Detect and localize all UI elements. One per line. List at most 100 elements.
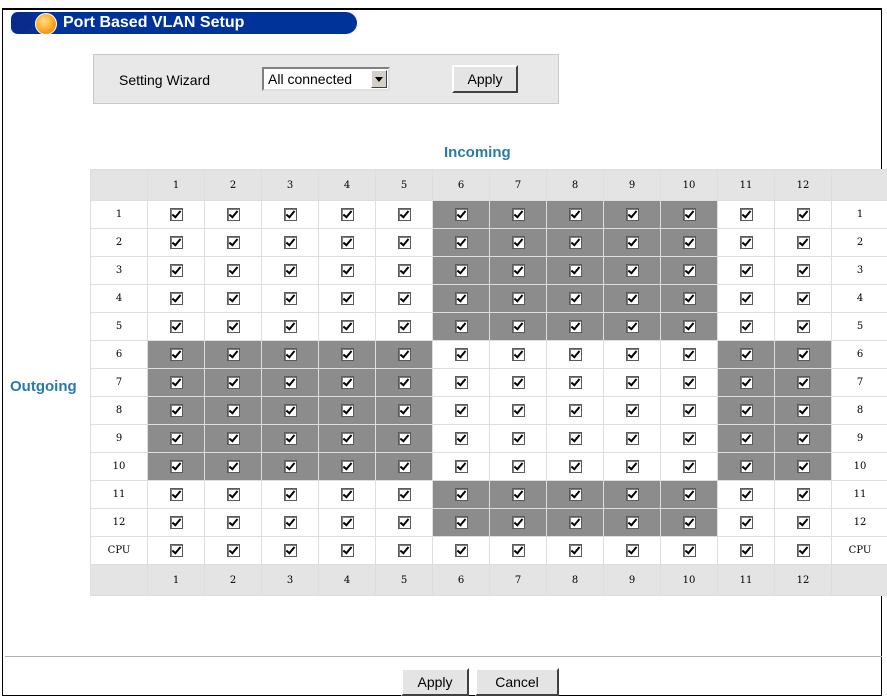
checkbox-out-1-in-4[interactable]: [340, 208, 354, 221]
checkbox-out-11-in-3[interactable]: [283, 488, 297, 501]
wizard-apply-button[interactable]: Apply: [452, 65, 518, 93]
checkbox-out-4-in-2[interactable]: [226, 292, 240, 305]
checkbox-out-5-in-9[interactable]: [625, 320, 639, 333]
chevron-down-icon[interactable]: [371, 70, 387, 88]
checkbox-out-3-in-7[interactable]: [511, 264, 525, 277]
checkbox-out-7-in-2[interactable]: [226, 376, 240, 389]
checkbox-out-11-in-12[interactable]: [796, 488, 810, 501]
checkbox-out-6-in-3[interactable]: [283, 348, 297, 361]
checkbox-out-5-in-2[interactable]: [226, 320, 240, 333]
checkbox-out-9-in-9[interactable]: [625, 432, 639, 445]
checkbox-out-2-in-1[interactable]: [169, 236, 183, 249]
checkbox-out-5-in-12[interactable]: [796, 320, 810, 333]
checkbox-out-10-in-7[interactable]: [511, 460, 525, 473]
checkbox-out-11-in-6[interactable]: [454, 488, 468, 501]
checkbox-out-cpu-in-8[interactable]: [568, 544, 582, 557]
checkbox-out-7-in-10[interactable]: [682, 376, 696, 389]
checkbox-out-5-in-10[interactable]: [682, 320, 696, 333]
checkbox-out-8-in-4[interactable]: [340, 404, 354, 417]
checkbox-out-12-in-6[interactable]: [454, 516, 468, 529]
checkbox-out-7-in-4[interactable]: [340, 376, 354, 389]
checkbox-out-2-in-6[interactable]: [454, 236, 468, 249]
checkbox-out-5-in-6[interactable]: [454, 320, 468, 333]
checkbox-out-6-in-4[interactable]: [340, 348, 354, 361]
checkbox-out-11-in-11[interactable]: [739, 488, 753, 501]
checkbox-out-10-in-2[interactable]: [226, 460, 240, 473]
checkbox-out-2-in-5[interactable]: [397, 236, 411, 249]
checkbox-out-2-in-4[interactable]: [340, 236, 354, 249]
checkbox-out-cpu-in-12[interactable]: [796, 544, 810, 557]
checkbox-out-12-in-12[interactable]: [796, 516, 810, 529]
checkbox-out-8-in-8[interactable]: [568, 404, 582, 417]
checkbox-out-3-in-8[interactable]: [568, 264, 582, 277]
checkbox-out-12-in-9[interactable]: [625, 516, 639, 529]
checkbox-out-6-in-1[interactable]: [169, 348, 183, 361]
checkbox-out-8-in-12[interactable]: [796, 404, 810, 417]
checkbox-out-10-in-6[interactable]: [454, 460, 468, 473]
checkbox-out-11-in-4[interactable]: [340, 488, 354, 501]
checkbox-out-12-in-5[interactable]: [397, 516, 411, 529]
checkbox-out-12-in-10[interactable]: [682, 516, 696, 529]
checkbox-out-2-in-8[interactable]: [568, 236, 582, 249]
checkbox-out-6-in-2[interactable]: [226, 348, 240, 361]
checkbox-out-1-in-7[interactable]: [511, 208, 525, 221]
checkbox-out-11-in-2[interactable]: [226, 488, 240, 501]
checkbox-out-2-in-12[interactable]: [796, 236, 810, 249]
checkbox-out-4-in-8[interactable]: [568, 292, 582, 305]
checkbox-out-10-in-9[interactable]: [625, 460, 639, 473]
checkbox-out-11-in-8[interactable]: [568, 488, 582, 501]
checkbox-out-8-in-6[interactable]: [454, 404, 468, 417]
checkbox-out-5-in-11[interactable]: [739, 320, 753, 333]
checkbox-out-4-in-7[interactable]: [511, 292, 525, 305]
checkbox-out-6-in-5[interactable]: [397, 348, 411, 361]
checkbox-out-4-in-12[interactable]: [796, 292, 810, 305]
checkbox-out-12-in-7[interactable]: [511, 516, 525, 529]
checkbox-out-3-in-12[interactable]: [796, 264, 810, 277]
checkbox-out-7-in-3[interactable]: [283, 376, 297, 389]
checkbox-out-9-in-6[interactable]: [454, 432, 468, 445]
checkbox-out-cpu-in-6[interactable]: [454, 544, 468, 557]
checkbox-out-12-in-1[interactable]: [169, 516, 183, 529]
checkbox-out-9-in-4[interactable]: [340, 432, 354, 445]
checkbox-out-7-in-12[interactable]: [796, 376, 810, 389]
checkbox-out-8-in-2[interactable]: [226, 404, 240, 417]
checkbox-out-3-in-4[interactable]: [340, 264, 354, 277]
checkbox-out-5-in-7[interactable]: [511, 320, 525, 333]
checkbox-out-5-in-8[interactable]: [568, 320, 582, 333]
checkbox-out-5-in-1[interactable]: [169, 320, 183, 333]
checkbox-out-cpu-in-1[interactable]: [169, 544, 183, 557]
checkbox-out-9-in-5[interactable]: [397, 432, 411, 445]
checkbox-out-1-in-6[interactable]: [454, 208, 468, 221]
checkbox-out-10-in-12[interactable]: [796, 460, 810, 473]
checkbox-out-1-in-10[interactable]: [682, 208, 696, 221]
checkbox-out-3-in-2[interactable]: [226, 264, 240, 277]
checkbox-out-6-in-10[interactable]: [682, 348, 696, 361]
checkbox-out-11-in-10[interactable]: [682, 488, 696, 501]
checkbox-out-8-in-3[interactable]: [283, 404, 297, 417]
checkbox-out-10-in-11[interactable]: [739, 460, 753, 473]
checkbox-out-3-in-9[interactable]: [625, 264, 639, 277]
checkbox-out-3-in-1[interactable]: [169, 264, 183, 277]
checkbox-out-10-in-4[interactable]: [340, 460, 354, 473]
checkbox-out-2-in-9[interactable]: [625, 236, 639, 249]
checkbox-out-12-in-11[interactable]: [739, 516, 753, 529]
checkbox-out-6-in-7[interactable]: [511, 348, 525, 361]
checkbox-out-8-in-11[interactable]: [739, 404, 753, 417]
checkbox-out-11-in-5[interactable]: [397, 488, 411, 501]
checkbox-out-9-in-3[interactable]: [283, 432, 297, 445]
checkbox-out-1-in-3[interactable]: [283, 208, 297, 221]
checkbox-out-10-in-3[interactable]: [283, 460, 297, 473]
checkbox-out-9-in-7[interactable]: [511, 432, 525, 445]
checkbox-out-11-in-7[interactable]: [511, 488, 525, 501]
checkbox-out-8-in-10[interactable]: [682, 404, 696, 417]
checkbox-out-7-in-8[interactable]: [568, 376, 582, 389]
checkbox-out-1-in-1[interactable]: [169, 208, 183, 221]
checkbox-out-2-in-11[interactable]: [739, 236, 753, 249]
checkbox-out-8-in-7[interactable]: [511, 404, 525, 417]
checkbox-out-4-in-1[interactable]: [169, 292, 183, 305]
checkbox-out-cpu-in-10[interactable]: [682, 544, 696, 557]
checkbox-out-7-in-7[interactable]: [511, 376, 525, 389]
checkbox-out-cpu-in-3[interactable]: [283, 544, 297, 557]
checkbox-out-6-in-11[interactable]: [739, 348, 753, 361]
checkbox-out-9-in-12[interactable]: [796, 432, 810, 445]
